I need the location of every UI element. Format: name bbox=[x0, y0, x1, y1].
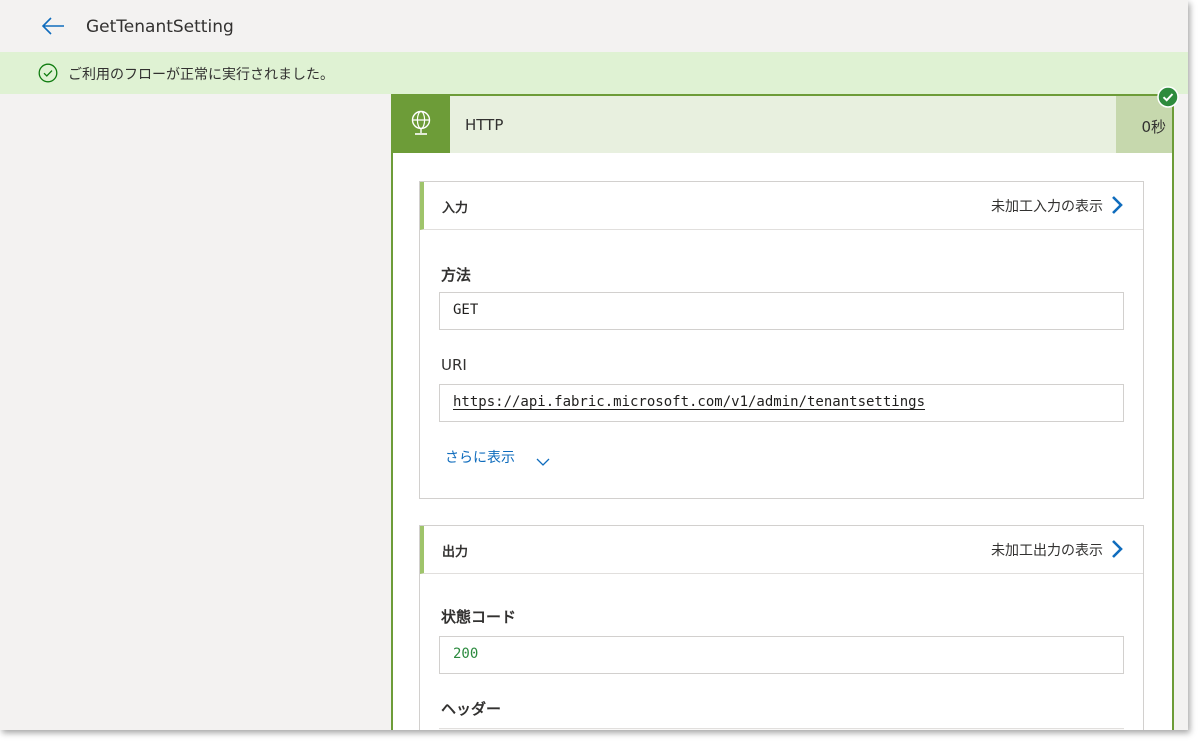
globe-icon bbox=[411, 110, 431, 135]
check-circle-icon bbox=[38, 63, 58, 83]
outputs-section: 出力 未加工出力の表示 状態コード 200 ヘッダー bbox=[419, 525, 1144, 730]
chevron-right-icon[interactable] bbox=[1111, 539, 1123, 559]
chevron-right-icon[interactable] bbox=[1111, 195, 1123, 215]
method-label: 方法 bbox=[441, 266, 472, 284]
flow-run-window: GetTenantSetting ご利用のフローが正常に実行されました。 HTT… bbox=[0, 0, 1188, 730]
headers-label: ヘッダー bbox=[441, 700, 502, 718]
outputs-label: 出力 bbox=[442, 545, 469, 560]
show-raw-outputs-link[interactable]: 未加工出力の表示 bbox=[991, 540, 1103, 560]
status-code-field: 200 bbox=[439, 636, 1124, 674]
status-code-label: 状態コード bbox=[441, 608, 517, 626]
show-raw-inputs-link[interactable]: 未加工入力の表示 bbox=[991, 196, 1103, 216]
action-icon-tile bbox=[393, 96, 450, 153]
uri-label: URI bbox=[441, 356, 467, 374]
left-pane bbox=[0, 94, 390, 730]
action-name: HTTP bbox=[465, 116, 504, 134]
banner-message: ご利用のフローが正常に実行されました。 bbox=[68, 67, 334, 83]
http-action-card: HTTP 0秒 入力 未加工入力の表示 方法 GET URI https://a… bbox=[391, 94, 1174, 730]
action-header[interactable]: HTTP 0秒 bbox=[393, 96, 1172, 153]
method-field: GET bbox=[439, 292, 1124, 330]
inputs-section: 入力 未加工入力の表示 方法 GET URI https://api.fabri… bbox=[419, 181, 1144, 499]
outputs-section-header: 出力 未加工出力の表示 bbox=[420, 526, 1143, 574]
back-arrow-icon[interactable] bbox=[40, 14, 66, 38]
show-more-link[interactable]: さらに表示 bbox=[445, 447, 515, 467]
method-value: GET bbox=[453, 302, 479, 318]
inputs-section-header: 入力 未加工入力の表示 bbox=[420, 182, 1143, 230]
top-bar: GetTenantSetting bbox=[0, 0, 1188, 52]
status-code-value: 200 bbox=[453, 646, 479, 662]
uri-value[interactable]: https://api.fabric.microsoft.com/v1/admi… bbox=[453, 394, 925, 410]
action-duration: 0秒 bbox=[1141, 118, 1166, 136]
success-check-icon bbox=[1157, 86, 1179, 108]
page-title: GetTenantSetting bbox=[86, 17, 234, 37]
success-banner: ご利用のフローが正常に実行されました。 bbox=[0, 52, 1188, 94]
inputs-label: 入力 bbox=[442, 201, 469, 216]
chevron-down-icon[interactable] bbox=[536, 452, 550, 466]
headers-field bbox=[439, 728, 1124, 730]
uri-field: https://api.fabric.microsoft.com/v1/admi… bbox=[439, 384, 1124, 422]
